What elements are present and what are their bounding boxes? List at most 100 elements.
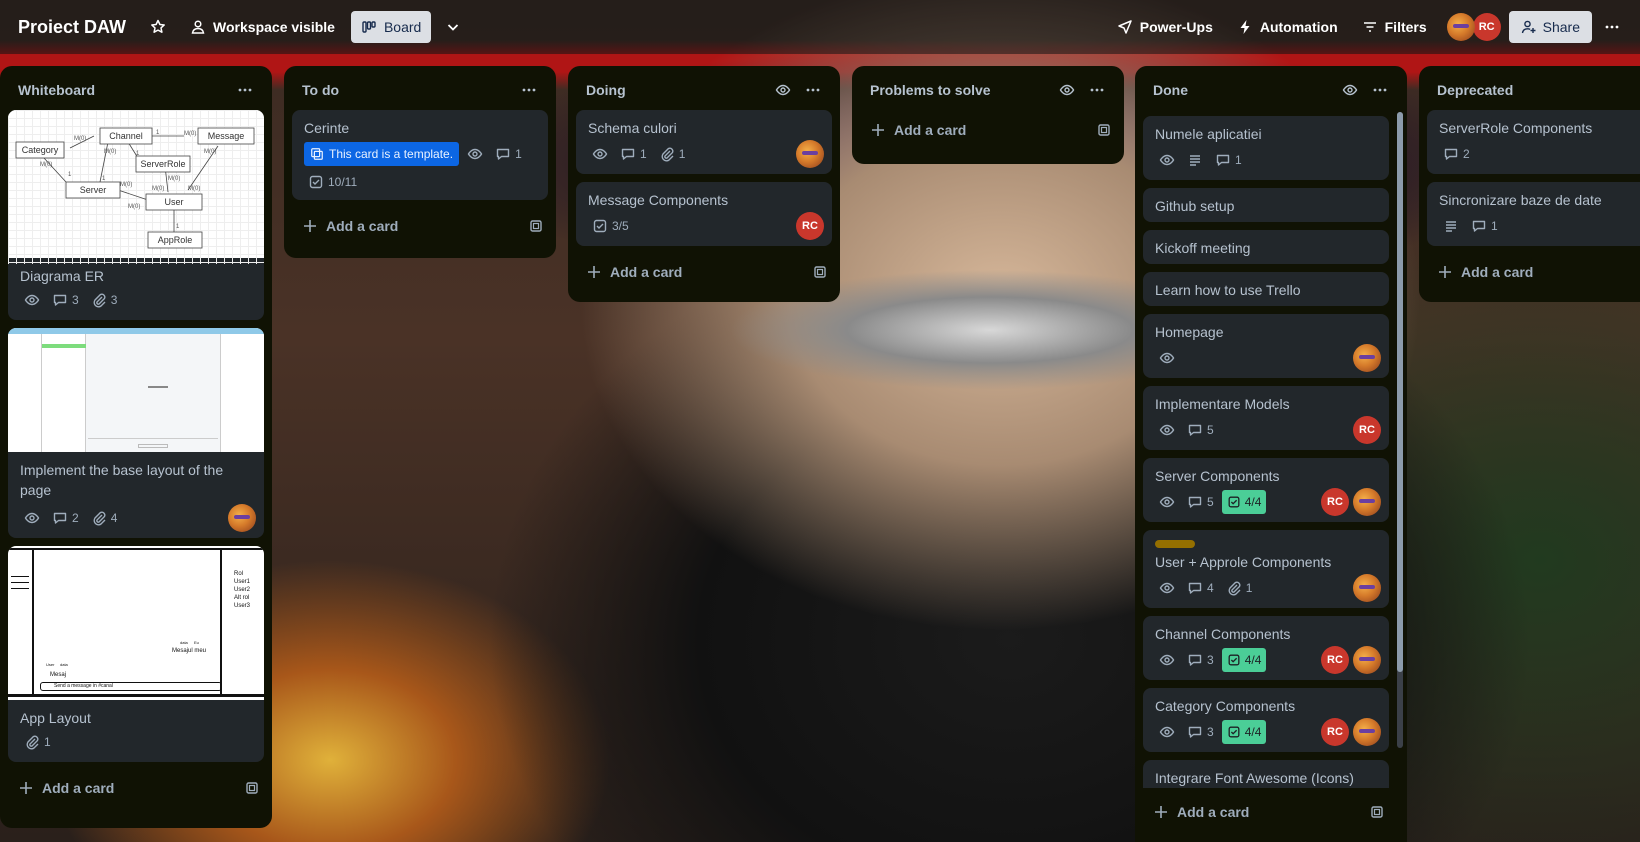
er-edge-label: M(0) <box>188 186 200 192</box>
template-icon[interactable] <box>1096 122 1112 138</box>
sketch-user: User1 <box>234 579 251 585</box>
add-card-button[interactable]: Add a card <box>0 770 272 806</box>
list-menu-button[interactable] <box>798 75 828 105</box>
er-edge-label: M(0) <box>74 136 86 142</box>
er-edge-label: 1 <box>156 130 160 136</box>
eye-icon <box>1159 424 1175 436</box>
card-title: Learn how to use Trello <box>1155 282 1301 298</box>
watching-badge <box>1155 648 1179 672</box>
card[interactable]: Sincronizare baze de date 1 <box>1427 182 1640 246</box>
comment-icon <box>1188 726 1202 738</box>
template-icon[interactable] <box>244 780 260 796</box>
visibility-button[interactable]: Workspace visible <box>180 11 345 43</box>
add-card-button[interactable]: Add a card <box>568 254 840 290</box>
member-avatar-rc[interactable]: RC <box>796 212 824 240</box>
list-header[interactable]: Done <box>1135 74 1407 106</box>
card-label-yellow[interactable] <box>1155 540 1195 548</box>
template-icon <box>311 148 323 160</box>
template-icon[interactable] <box>528 218 544 234</box>
list-title[interactable]: Whiteboard <box>18 82 230 98</box>
add-card-button[interactable]: Add a card <box>284 208 556 244</box>
list-header[interactable]: Deprecated <box>1419 74 1640 106</box>
template-icon[interactable] <box>812 264 828 280</box>
list-title[interactable]: Deprecated <box>1437 82 1628 98</box>
checklist-count: 4/4 <box>1244 653 1262 667</box>
template-icon[interactable] <box>1369 804 1385 820</box>
member-avatar-photo[interactable] <box>1353 718 1381 746</box>
list-menu-button[interactable] <box>514 75 544 105</box>
watch-list-icon[interactable] <box>1335 75 1365 105</box>
card[interactable]: Category Channel Message ServerRole Serv… <box>8 110 264 320</box>
member-avatar-photo[interactable] <box>1353 344 1381 372</box>
member-avatar-rc[interactable]: RC <box>1321 646 1349 674</box>
list-header[interactable]: To do <box>284 74 556 106</box>
board-view-button[interactable]: Board <box>350 11 432 43</box>
watch-list-icon[interactable] <box>768 75 798 105</box>
automation-button[interactable]: Automation <box>1227 11 1348 43</box>
card[interactable]: Learn how to use Trello <box>1143 272 1389 306</box>
member-avatar-photo[interactable] <box>1353 646 1381 674</box>
card[interactable]: Rol User1 User2 Alt rol User3 User data … <box>8 546 264 762</box>
share-label: Share <box>1542 19 1580 35</box>
card[interactable]: Integrare Font Awesome (Icons) <box>1143 760 1389 788</box>
list-title[interactable]: Done <box>1153 82 1335 98</box>
card[interactable]: User + Approle Components 4 1 <box>1143 530 1389 608</box>
member-avatar-rc[interactable]: RC <box>1321 488 1349 516</box>
member-avatar-photo[interactable] <box>796 140 824 168</box>
list-menu-button[interactable] <box>1082 75 1112 105</box>
powerups-button[interactable]: Power-Ups <box>1107 11 1223 43</box>
add-card-button[interactable]: Add a card <box>852 112 1124 148</box>
comments-count: 1 <box>1235 153 1242 167</box>
member-avatar-rc[interactable]: RC <box>1353 416 1381 444</box>
list-header[interactable]: Problems to solve <box>852 74 1124 106</box>
list-header[interactable]: Doing <box>568 74 840 106</box>
list-header[interactable]: Whiteboard <box>0 74 272 106</box>
comments-count: 3 <box>1207 725 1214 739</box>
list-title[interactable]: Problems to solve <box>870 82 1052 98</box>
add-card-button[interactable]: Add a card <box>1135 794 1397 830</box>
member-avatar-rc[interactable]: RC <box>1472 13 1501 41</box>
add-card-button[interactable]: Add a card <box>1419 254 1640 290</box>
eye-icon <box>592 148 608 160</box>
list-done: Done Numele aplicatiei 1 Github setup Ki… <box>1135 66 1407 842</box>
member-avatar-photo[interactable] <box>1353 574 1381 602</box>
card[interactable]: Category Components 3 4/4 RC <box>1143 688 1389 752</box>
member-avatar-photo[interactable] <box>228 504 256 532</box>
scrollbar-thumb[interactable] <box>1397 112 1403 672</box>
filters-button[interactable]: Filters <box>1352 11 1437 43</box>
view-switcher-button[interactable] <box>437 11 469 43</box>
star-button[interactable] <box>142 11 174 43</box>
card[interactable]: Message Components 3/5 RC <box>576 182 832 246</box>
card[interactable]: Channel Components 3 4/4 RC <box>1143 616 1389 680</box>
board-title[interactable]: Proiect DAW <box>12 17 132 38</box>
card[interactable]: ServerRole Components 2 <box>1427 110 1640 174</box>
card[interactable]: Server Components 5 4/4 RC <box>1143 458 1389 522</box>
paperclip-icon <box>661 147 674 162</box>
card[interactable]: Kickoff meeting <box>1143 230 1389 264</box>
list-scrollbar[interactable] <box>1397 112 1403 748</box>
checkbox-icon <box>1228 496 1240 508</box>
er-edge-label: M(0) <box>184 131 196 137</box>
card-title: Schema culori <box>588 120 677 136</box>
card[interactable]: Cerinte This card is a template. 1 10/11 <box>292 110 548 200</box>
card[interactable]: Github setup <box>1143 188 1389 222</box>
member-avatar-photo[interactable] <box>1353 488 1381 516</box>
er-box-label: Server <box>80 185 107 195</box>
member-avatar-photo[interactable] <box>1446 13 1475 41</box>
card[interactable]: Schema culori 1 1 <box>576 110 832 174</box>
card[interactable]: Implement the base layout of the page 2 … <box>8 328 264 538</box>
plus-icon <box>1155 806 1167 818</box>
card[interactable]: Homepage <box>1143 314 1389 378</box>
list-menu-button[interactable] <box>230 75 260 105</box>
sketch-users-list: Rol User1 User2 Alt rol User3 <box>234 570 250 610</box>
list-menu-button[interactable] <box>1365 75 1395 105</box>
board-menu-button[interactable] <box>1596 11 1628 43</box>
watch-list-icon[interactable] <box>1052 75 1082 105</box>
card[interactable]: Numele aplicatiei 1 <box>1143 116 1389 180</box>
list-title[interactable]: To do <box>302 82 514 98</box>
more-icon <box>1605 25 1619 29</box>
member-avatar-rc[interactable]: RC <box>1321 718 1349 746</box>
list-title[interactable]: Doing <box>586 82 768 98</box>
share-button[interactable]: Share <box>1508 11 1592 43</box>
card[interactable]: Implementare Models 5 RC <box>1143 386 1389 450</box>
